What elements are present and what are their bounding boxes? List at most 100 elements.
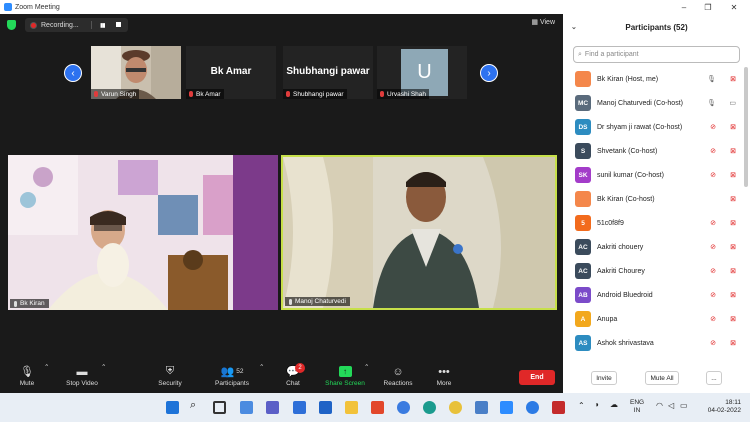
next-page-button[interactable]: ›: [480, 64, 498, 82]
invite-button[interactable]: Invite: [591, 371, 617, 385]
camera-off-icon[interactable]: ⊠: [730, 195, 736, 203]
file-explorer-icon[interactable]: [345, 401, 358, 414]
participant-list-scrollbar[interactable]: [744, 67, 748, 187]
mail-icon[interactable]: [293, 401, 306, 414]
participant-row[interactable]: A Anupa ⊘ ⊠: [563, 307, 750, 331]
participant-search[interactable]: ⌕ Find a participant: [573, 46, 740, 63]
participant-row[interactable]: Bk Kiran (Host, me) 🎙 ⊠: [563, 67, 750, 91]
mute-all-button[interactable]: Mute All: [645, 371, 679, 385]
wifi-icon[interactable]: ◠: [656, 402, 663, 410]
maximize-button[interactable]: ❐: [696, 0, 720, 14]
volume-icon[interactable]: ◁: [668, 402, 674, 410]
camera-off-icon[interactable]: ⊠: [730, 291, 736, 299]
participants-chevron-icon[interactable]: ⌃: [259, 363, 264, 393]
language-indicator[interactable]: ENG IN: [630, 399, 644, 415]
tray-chevron-icon[interactable]: ⌃: [578, 402, 585, 410]
encryption-shield-icon[interactable]: [7, 20, 16, 30]
participant-row[interactable]: SK sunil kumar (Co-host) ⊘ ⊠: [563, 163, 750, 187]
participant-tile-amar[interactable]: Bk Amar Bk Amar: [186, 46, 276, 99]
mic-muted-icon[interactable]: ⊘: [710, 339, 716, 347]
minimize-button[interactable]: –: [672, 0, 696, 14]
muted-mic-icon: [380, 91, 384, 97]
participant-row[interactable]: MC Manoj Chaturvedi (Co-host) 🎙 ▭: [563, 91, 750, 115]
teams-icon[interactable]: [266, 401, 279, 414]
mic-on-icon[interactable]: 🎙: [707, 99, 716, 107]
widgets-icon[interactable]: [240, 401, 253, 414]
dropbox-icon[interactable]: [319, 401, 332, 414]
reactions-button[interactable]: ☺ Reactions: [380, 363, 416, 393]
participant-name: Manoj Chaturvedi (Co-host): [597, 99, 683, 107]
battery-icon[interactable]: ▭: [680, 402, 688, 410]
audio-options-chevron-icon[interactable]: ⌃: [44, 363, 49, 393]
mcafee-icon[interactable]: [552, 401, 565, 414]
security-button[interactable]: ⛨ Security: [152, 363, 188, 393]
camera-off-icon[interactable]: ⊠: [730, 147, 736, 155]
mic-muted-icon[interactable]: ⊘: [710, 123, 716, 131]
share-options-chevron-icon[interactable]: ⌃: [364, 363, 369, 393]
participant-row[interactable]: S Shvetank (Co-host) ⊘ ⊠: [563, 139, 750, 163]
participant-row[interactable]: AS Ashok shrivastava ⊘ ⊠: [563, 331, 750, 355]
participant-row[interactable]: Bk Kiran (Co-host) ⊠: [563, 187, 750, 211]
participant-tile-varun[interactable]: Varun Singh: [91, 46, 181, 99]
prev-page-button[interactable]: ‹: [64, 64, 82, 82]
participant-row[interactable]: AC Aakriti Chourey ⊘ ⊠: [563, 259, 750, 283]
camera-off-icon[interactable]: ⊠: [730, 123, 736, 131]
camera-off-icon[interactable]: ⊠: [730, 171, 736, 179]
participant-row[interactable]: AC Aakriti chouery ⊘ ⊠: [563, 235, 750, 259]
windows-taskbar: ⌕ ⌃ ◑ ☁ ENG IN ◠ ◁ ▭ 18:11 04-02-2022: [0, 393, 750, 422]
edge-icon[interactable]: [423, 401, 436, 414]
app-taskbar-icon[interactable]: [526, 401, 539, 414]
view-button[interactable]: ▦ View: [531, 18, 555, 26]
camera-off-icon[interactable]: ⊠: [730, 243, 736, 251]
panel-more-button[interactable]: ...: [706, 371, 722, 385]
participant-row[interactable]: DS Dr shyam ji rawat (Co-host) ⊘ ⊠: [563, 115, 750, 139]
start-menu-icon[interactable]: [166, 401, 179, 414]
mute-button[interactable]: 🎙 Mute: [10, 363, 44, 393]
mic-muted-icon[interactable]: ⊘: [710, 315, 716, 323]
mic-muted-icon[interactable]: ⊘: [710, 291, 716, 299]
video-camera-icon: ▬: [76, 365, 88, 378]
mic-muted-icon[interactable]: ⊘: [710, 267, 716, 275]
headset-app-icon[interactable]: [397, 401, 410, 414]
participant-tile-shubhangi[interactable]: Shubhangi pawar Shubhangi pawar: [283, 46, 373, 99]
search-taskbar-icon[interactable]: ⌕: [190, 399, 203, 412]
video-bk-kiran[interactable]: Bk Kiran: [8, 155, 278, 310]
smiley-plus-icon: ☺: [392, 365, 404, 378]
tray-app-icon[interactable]: ◑: [594, 401, 599, 409]
cloud-icon[interactable]: ☁: [610, 401, 618, 409]
share-screen-button[interactable]: ↑ Share Screen: [322, 363, 368, 393]
more-button[interactable]: ••• More: [430, 363, 458, 393]
clock[interactable]: 18:11 04-02-2022: [699, 399, 741, 415]
stop-recording-icon[interactable]: [116, 22, 121, 27]
mic-muted-icon[interactable]: ⊘: [710, 147, 716, 155]
camera-off-icon[interactable]: ⊠: [730, 267, 736, 275]
camera-on-icon[interactable]: ▭: [729, 99, 736, 107]
office-icon[interactable]: [371, 401, 384, 414]
zoom-taskbar-icon[interactable]: [500, 401, 513, 414]
participant-row[interactable]: 5 51c0f8f9 ⊘ ⊠: [563, 211, 750, 235]
camera-off-icon[interactable]: ⊠: [730, 219, 736, 227]
chrome-icon[interactable]: [449, 401, 462, 414]
end-meeting-button[interactable]: End: [519, 370, 555, 385]
mic-on-icon[interactable]: 🎙: [707, 75, 716, 83]
mic-muted-icon[interactable]: ⊘: [710, 243, 716, 251]
photos-icon[interactable]: [475, 401, 488, 414]
pause-recording-icon[interactable]: ▮▮: [100, 22, 106, 29]
participant-row[interactable]: AB Android Bluedroid ⊘ ⊠: [563, 283, 750, 307]
participant-name-label: Varun Singh: [91, 89, 140, 99]
participant-tile-urvashi[interactable]: U Urvashi Shah: [377, 46, 467, 99]
camera-off-icon[interactable]: ⊠: [730, 75, 736, 83]
participant-avatar: AS: [575, 335, 591, 351]
video-manoj-chaturvedi[interactable]: Manoj Chaturvedi: [281, 155, 557, 310]
participants-button[interactable]: 👥 52 Participants: [209, 363, 255, 393]
mic-muted-icon[interactable]: ⊘: [710, 171, 716, 179]
mic-muted-icon[interactable]: ⊘: [710, 219, 716, 227]
stop-video-button[interactable]: ▬ Stop Video: [60, 363, 104, 393]
video-options-chevron-icon[interactable]: ⌃: [101, 363, 106, 393]
camera-off-icon[interactable]: ⊠: [730, 339, 736, 347]
close-button[interactable]: ✕: [722, 0, 746, 14]
camera-off-icon[interactable]: ⊠: [730, 315, 736, 323]
participant-avatar: [575, 191, 591, 207]
task-view-icon[interactable]: [213, 401, 226, 414]
collapse-chevron-icon[interactable]: ⌄: [571, 14, 577, 42]
